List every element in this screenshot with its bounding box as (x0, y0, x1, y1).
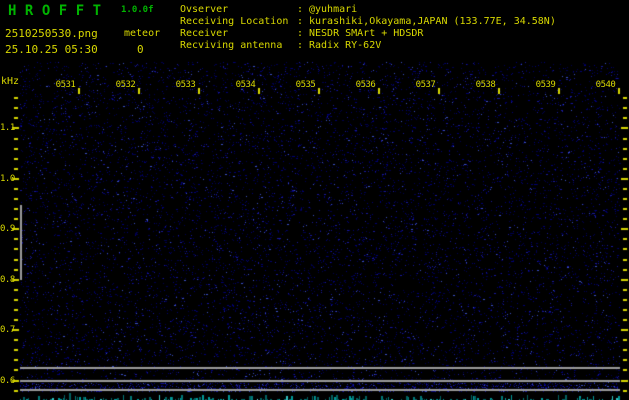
info-value: Radix RY-62V (309, 40, 381, 52)
info-row-antenna: Recviving antenna:Radix RY-62V (180, 40, 556, 52)
info-separator: : (297, 16, 309, 28)
info-row-location: Receiving Location:kurashiki,Okayama,JAP… (180, 16, 556, 28)
x-tick-label: 0537 (413, 80, 439, 90)
info-label: Receiver (180, 28, 297, 40)
x-tick-label: 0535 (293, 80, 319, 90)
meteor-count-label: meteor (124, 29, 160, 39)
x-tick-label: 0538 (473, 80, 499, 90)
info-label: Ovserver (180, 4, 297, 16)
info-value: NESDR SMArt + HDSDR (309, 28, 423, 40)
x-tick-label: 0533 (173, 80, 199, 90)
y-tick-label: 0.7 (0, 325, 13, 335)
x-tick-label: 0539 (533, 80, 559, 90)
x-tick-label: 0540 (593, 80, 619, 90)
spectrogram-canvas (0, 0, 629, 400)
info-separator: : (297, 28, 309, 40)
meteor-count-value: 0 (137, 44, 144, 55)
y-tick-label: 0.6 (0, 376, 13, 386)
hrofft-output-image: HROFFT 1.0.0f 2510250530.png meteor 0 25… (0, 0, 629, 400)
info-value: @yuhmari (309, 4, 357, 16)
y-tick-label: 0.9 (0, 224, 13, 234)
y-tick-label: 0.8 (0, 275, 13, 285)
info-separator: : (297, 40, 309, 52)
station-info-block: Ovserver:@yuhmari Receiving Location:kur… (180, 4, 556, 52)
info-row-receiver: Receiver:NESDR SMArt + HDSDR (180, 28, 556, 40)
app-version: 1.0.0f (121, 6, 154, 15)
x-tick-label: 0536 (353, 80, 379, 90)
y-tick-label: 1.0 (0, 174, 13, 184)
info-label: Receiving Location (180, 16, 297, 28)
info-label: Recviving antenna (180, 40, 297, 52)
info-separator: : (297, 4, 309, 16)
x-tick-label: 0531 (53, 80, 79, 90)
x-tick-label: 0532 (113, 80, 139, 90)
freq-axis-unit-label: kHz (1, 77, 19, 87)
info-value: kurashiki,Okayama,JAPAN (133.77E, 34.58N… (309, 16, 556, 28)
output-filename: 2510250530.png (5, 28, 98, 39)
capture-datetime: 25.10.25 05:30 (5, 44, 98, 55)
y-tick-label: 1.1 (0, 123, 13, 133)
app-title: HROFFT (8, 4, 110, 18)
info-row-observer: Ovserver:@yuhmari (180, 4, 556, 16)
x-tick-label: 0534 (233, 80, 259, 90)
